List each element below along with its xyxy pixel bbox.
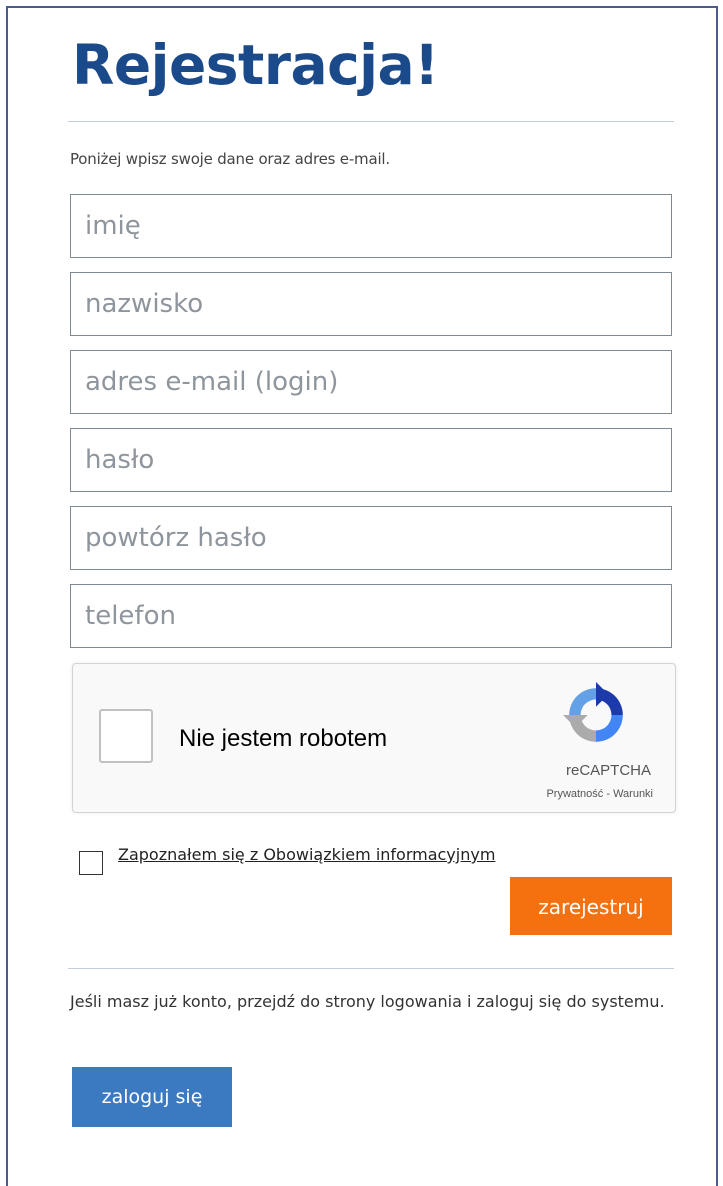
recaptcha-logo-icon xyxy=(563,682,623,742)
recaptcha-terms-link[interactable]: Prywatność - Warunki xyxy=(546,788,653,800)
page-title: Rejestracja! xyxy=(72,33,439,97)
title-divider xyxy=(68,121,674,122)
login-prompt-text: Jeśli masz już konto, przejdź do strony … xyxy=(70,992,665,1011)
first-name-input[interactable] xyxy=(70,194,672,258)
login-button[interactable]: zaloguj się xyxy=(72,1067,232,1127)
section-divider xyxy=(68,968,674,969)
info-obligation-checkbox[interactable] xyxy=(79,851,103,875)
recaptcha-brand: reCAPTCHA xyxy=(565,762,651,779)
password-input[interactable] xyxy=(70,428,672,492)
info-obligation-link[interactable]: Zapoznałem się z Obowiązkiem informacyjn… xyxy=(118,845,495,864)
recaptcha-checkbox[interactable] xyxy=(99,709,153,763)
form-instructions: Poniżej wpisz swoje dane oraz adres e-ma… xyxy=(70,150,390,168)
last-name-input[interactable] xyxy=(70,272,672,336)
email-input[interactable] xyxy=(70,350,672,414)
register-button[interactable]: zarejestruj xyxy=(510,877,672,935)
phone-input[interactable] xyxy=(70,584,672,648)
recaptcha-widget: Nie jestem robotem reCAPTCHA Prywatność … xyxy=(72,663,676,813)
recaptcha-label: Nie jestem robotem xyxy=(179,725,388,752)
password-repeat-input[interactable] xyxy=(70,506,672,570)
